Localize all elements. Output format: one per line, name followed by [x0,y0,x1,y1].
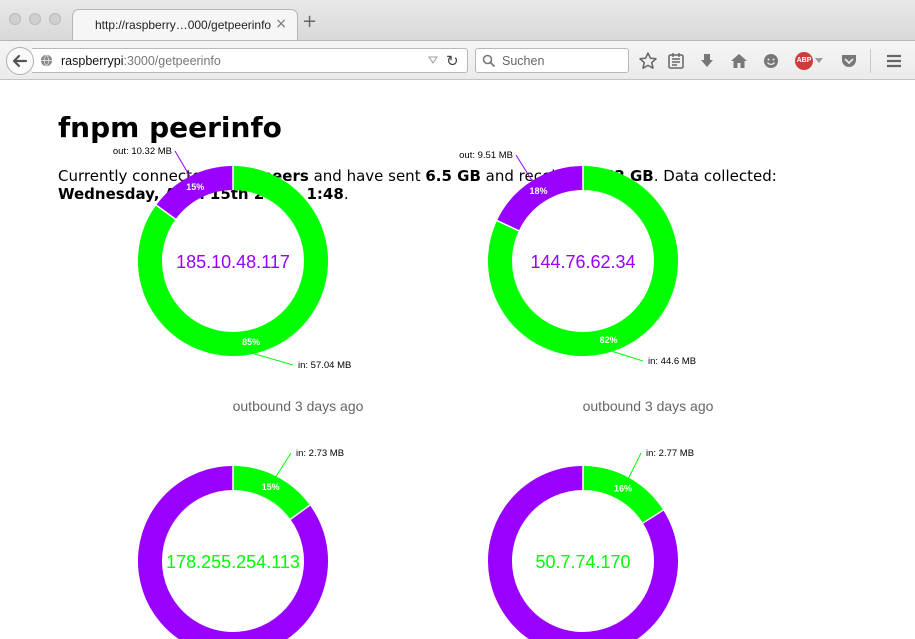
peer-caption: outbound 3 days ago [583,398,714,414]
in-label-leader [253,353,294,366]
minimize-window-button[interactable] [29,13,41,25]
peer-card: 185.10.48.117 15% 85% out: 10.32 MB in: 57.0… [113,146,364,414]
in-label-leader [275,452,292,477]
globe-icon [40,54,53,67]
url-text[interactable]: raspberrypi:3000/getpeerinfo [61,54,221,68]
hamburger-menu-icon[interactable] [884,51,904,71]
title-bar: http://raspberry…000/getpeerinfo × + [0,0,915,41]
navigation-toolbar: raspberrypi:3000/getpeerinfo ↻ Suchen AB… [0,40,915,80]
url-dropdown-icon[interactable] [428,56,438,64]
peer-card: 50.7.74.170 16% in: 2.77 MB [488,448,694,639]
in-label: in: 57.04 MB [298,360,351,371]
url-bar[interactable]: raspberrypi:3000/getpeerinfo ↻ [32,48,468,73]
peer-ip: 50.7.74.170 [535,552,630,572]
peer-ip: 185.10.48.117 [176,252,290,272]
back-arrow-icon [12,54,28,68]
in-label: in: 2.73 MB [296,448,344,459]
reading-list-icon[interactable] [666,51,686,71]
out-label-leader [174,150,191,177]
chevron-down-icon[interactable] [815,58,823,64]
in-percent: 82% [600,335,618,345]
peer-caption: outbound 3 days ago [233,398,364,414]
in-percent: 16% [614,483,632,493]
tab-getpeerinfo[interactable]: http://raspberry…000/getpeerinfo × [72,9,298,41]
tab-close-icon[interactable]: × [275,16,287,32]
home-icon[interactable] [729,51,749,71]
peer-ip: 144.76.62.34 [530,252,635,272]
toolbar-separator [870,49,871,73]
in-percent: 15% [262,482,280,492]
in-label: in: 2.77 MB [646,448,694,459]
in-label: in: 44.6 MB [648,356,696,367]
out-percent: 18% [530,186,548,196]
search-placeholder: Suchen [502,54,545,68]
adblock-plus-icon[interactable]: ABP [795,52,813,70]
out-label: out: 9.51 MB [459,150,513,161]
url-host: raspberrypi [61,54,124,68]
zoom-window-button[interactable] [49,13,61,25]
search-icon [482,54,496,68]
bookmark-star-icon[interactable] [638,51,658,71]
out-label-leader [515,154,533,182]
in-label-leader [628,452,642,478]
reload-icon[interactable]: ↻ [446,52,459,70]
peer-card: 178.255.254.113 15% in: 2.73 MB [138,448,344,639]
close-window-button[interactable] [9,13,21,25]
pocket-icon[interactable] [839,51,859,71]
search-bar[interactable]: Suchen [475,48,629,73]
peer-charts: 185.10.48.117 15% 85% out: 10.32 MB in: 57.0… [113,146,714,639]
page-content: fnpm peerinfo Currently connected to 34 … [0,81,915,639]
out-label: out: 10.32 MB [113,146,172,157]
tab-title: http://raspberry…000/getpeerinfo [95,18,272,32]
hello-chat-icon[interactable] [761,51,781,71]
out-percent: 15% [186,182,204,192]
url-path: :3000/getpeerinfo [123,54,221,68]
new-tab-button[interactable]: + [302,13,317,31]
back-button[interactable] [6,47,34,75]
peer-ip: 178.255.254.113 [166,552,300,572]
in-percent: 85% [242,337,260,347]
in-label-leader [612,350,644,362]
download-icon[interactable] [697,51,717,71]
peer-card: 144.76.62.34 18% 82% out: 9.51 MB in: 44.6 M… [459,150,713,414]
